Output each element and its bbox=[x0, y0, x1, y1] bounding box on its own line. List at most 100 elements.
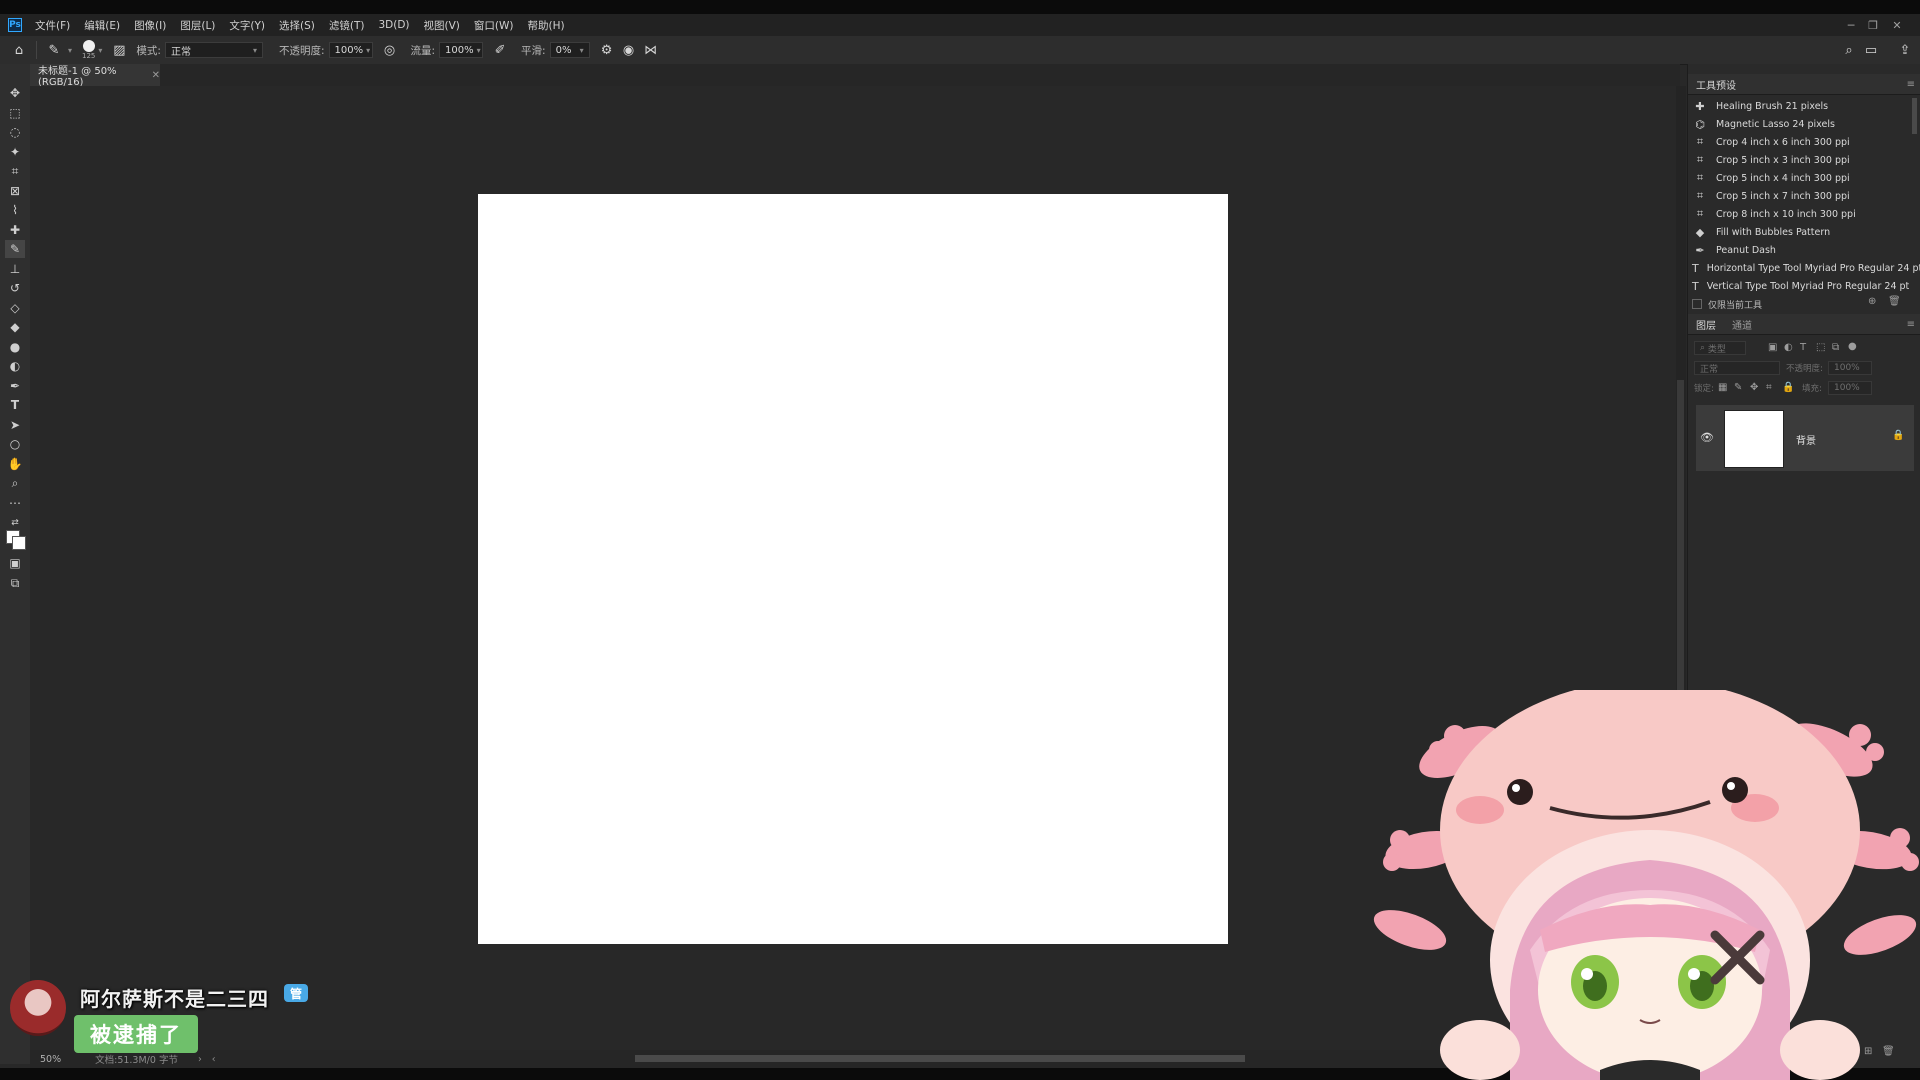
eyedropper-tool-icon[interactable]: ⌇ bbox=[5, 201, 25, 219]
brush-preset-picker[interactable]: 125 bbox=[82, 40, 95, 60]
status-arrow-icon[interactable]: › bbox=[198, 1054, 202, 1065]
paint-bucket-tool-icon[interactable]: ◆ bbox=[5, 318, 25, 336]
shape-filter-icon[interactable]: ⬚ bbox=[1816, 342, 1825, 353]
smoothing-input[interactable]: 0% ▾ bbox=[549, 42, 590, 58]
crop-tool-icon[interactable]: ⌗ bbox=[5, 162, 25, 180]
menu-select[interactable]: 选择(S) bbox=[272, 18, 322, 33]
lock-artboard-icon[interactable]: ⌗ bbox=[1766, 382, 1772, 393]
fill-input[interactable]: 100% bbox=[1828, 381, 1872, 395]
smart-object-filter-icon[interactable]: ⧉ bbox=[1832, 342, 1839, 353]
more-tools-icon[interactable]: ⋯ bbox=[5, 494, 25, 512]
panel-menu-icon[interactable]: ≡ bbox=[1907, 79, 1915, 90]
tab-layers[interactable]: 图层 bbox=[1688, 314, 1724, 334]
close-window-icon[interactable]: ✕ bbox=[1886, 14, 1908, 36]
mode-select[interactable]: 正常 ▾ bbox=[164, 42, 263, 58]
scroll-left-icon[interactable]: ‹ bbox=[212, 1054, 216, 1065]
move-tool-icon[interactable]: ✥ bbox=[5, 84, 25, 102]
menu-help[interactable]: 帮助(H) bbox=[521, 18, 572, 33]
pixel-filter-icon[interactable]: ▣ bbox=[1768, 342, 1777, 353]
background-color-swatch[interactable] bbox=[12, 536, 26, 550]
menu-3d[interactable]: 3D(D) bbox=[371, 19, 416, 31]
type-tool-icon[interactable]: T bbox=[5, 396, 25, 414]
shape-tool-icon[interactable]: ○ bbox=[5, 435, 25, 453]
horizontal-scrollbar-thumb[interactable] bbox=[635, 1055, 1245, 1062]
blur-tool-icon[interactable]: ● bbox=[5, 338, 25, 356]
chevron-down-icon[interactable]: ▾ bbox=[98, 46, 102, 55]
tab-channels[interactable]: 通道 bbox=[1724, 314, 1760, 334]
checkbox[interactable] bbox=[1692, 299, 1702, 309]
preset-item[interactable]: ⌗ Crop 5 inch x 3 inch 300 ppi bbox=[1692, 151, 1904, 169]
vertical-scrollbar-thumb[interactable] bbox=[1677, 380, 1684, 700]
menu-type[interactable]: 文字(Y) bbox=[222, 18, 272, 33]
opacity-input[interactable]: 100% ▾ bbox=[328, 42, 373, 58]
preset-item[interactable]: T Vertical Type Tool Myriad Pro Regular 2… bbox=[1692, 277, 1909, 295]
document-canvas[interactable] bbox=[478, 194, 1228, 944]
symmetry-icon[interactable]: ⋈ bbox=[640, 39, 662, 61]
new-preset-icon[interactable]: ⊕ bbox=[1868, 296, 1876, 307]
preset-item[interactable]: ⌬ Magnetic Lasso 24 pixels bbox=[1692, 115, 1904, 133]
brush-tool-icon[interactable]: ✎ bbox=[43, 39, 65, 61]
tab-tool-presets[interactable]: 工具预设 bbox=[1688, 74, 1744, 94]
brush-settings-icon[interactable]: ▨ bbox=[108, 39, 130, 61]
type-filter-icon[interactable]: T bbox=[1800, 342, 1806, 353]
preset-item[interactable]: ✚ Healing Brush 21 pixels bbox=[1692, 97, 1904, 115]
menu-filter[interactable]: 滤镜(T) bbox=[322, 18, 372, 33]
quick-selection-tool-icon[interactable]: ✦ bbox=[5, 143, 25, 161]
trash-icon[interactable]: 🗑 bbox=[1888, 296, 1901, 307]
preset-item[interactable]: ✒ Peanut Dash bbox=[1692, 241, 1904, 259]
layer-filter-input[interactable]: ⌕ 类型 bbox=[1694, 341, 1746, 355]
presets-scrollbar-thumb[interactable] bbox=[1912, 98, 1917, 134]
minimize-icon[interactable]: ─ bbox=[1840, 14, 1862, 36]
eye-icon[interactable]: 👁 bbox=[1700, 431, 1714, 444]
restore-icon[interactable]: ❐ bbox=[1862, 14, 1884, 36]
home-icon[interactable]: ⌂ bbox=[8, 39, 30, 61]
pen-tool-icon[interactable]: ✒ bbox=[5, 377, 25, 395]
workspace-icon[interactable]: ▭ bbox=[1860, 39, 1882, 61]
lock-transparency-icon[interactable]: ▦ bbox=[1718, 382, 1727, 393]
menu-image[interactable]: 图像(I) bbox=[127, 18, 173, 33]
lock-pixels-icon[interactable]: ✎ bbox=[1734, 382, 1742, 393]
chevron-down-icon[interactable]: ▾ bbox=[68, 46, 72, 55]
blend-mode-select[interactable]: 正常 bbox=[1694, 361, 1780, 375]
brush-tool-icon[interactable]: ✎ bbox=[5, 240, 25, 258]
lasso-tool-icon[interactable]: ◌ bbox=[5, 123, 25, 141]
clone-stamp-tool-icon[interactable]: ⊥ bbox=[5, 260, 25, 278]
preset-item[interactable]: ⌗ Crop 8 inch x 10 inch 300 ppi bbox=[1692, 205, 1904, 223]
search-icon[interactable]: ⌕ bbox=[1838, 39, 1860, 61]
gear-icon[interactable]: ⚙ bbox=[596, 39, 618, 61]
preset-item[interactable]: T Horizontal Type Tool Myriad Pro Regular… bbox=[1692, 259, 1920, 277]
menu-edit[interactable]: 编辑(E) bbox=[77, 18, 127, 33]
menu-window[interactable]: 窗口(W) bbox=[467, 18, 521, 33]
panel-menu-icon[interactable]: ≡ bbox=[1907, 319, 1915, 330]
menu-view[interactable]: 视图(V) bbox=[417, 18, 467, 33]
quick-mask-icon[interactable]: ▣ bbox=[5, 554, 25, 572]
layer-name[interactable]: 背景 bbox=[1796, 432, 1816, 447]
pressure-opacity-icon[interactable]: ◎ bbox=[379, 39, 401, 61]
preset-item[interactable]: ⌗ Crop 4 inch x 6 inch 300 ppi bbox=[1692, 133, 1904, 151]
layer-opacity-input[interactable]: 100% bbox=[1828, 361, 1872, 375]
dodge-tool-icon[interactable]: ◐ bbox=[5, 357, 25, 375]
layer-row-background[interactable]: 👁 背景 🔒 bbox=[1696, 405, 1914, 471]
adjustment-filter-icon[interactable]: ◐ bbox=[1784, 342, 1793, 353]
preset-item[interactable]: ⌗ Crop 5 inch x 4 inch 300 ppi bbox=[1692, 169, 1904, 187]
airbrush-icon[interactable]: ✐ bbox=[489, 39, 511, 61]
menu-file[interactable]: 文件(F) bbox=[28, 18, 77, 33]
zoom-tool-icon[interactable]: ⌕ bbox=[5, 474, 25, 492]
zoom-level[interactable]: 50% bbox=[40, 1054, 61, 1065]
flow-input[interactable]: 100% ▾ bbox=[439, 42, 484, 58]
path-selection-tool-icon[interactable]: ➤ bbox=[5, 416, 25, 434]
preset-item[interactable]: ⌗ Crop 5 inch x 7 inch 300 ppi bbox=[1692, 187, 1904, 205]
marquee-tool-icon[interactable]: ⬚ bbox=[5, 104, 25, 122]
history-brush-tool-icon[interactable]: ↺ bbox=[5, 279, 25, 297]
preset-item[interactable]: ◆ Fill with Bubbles Pattern bbox=[1692, 223, 1904, 241]
eraser-tool-icon[interactable]: ◇ bbox=[5, 299, 25, 317]
healing-brush-tool-icon[interactable]: ✚ bbox=[5, 221, 25, 239]
frame-tool-icon[interactable]: ⊠ bbox=[5, 182, 25, 200]
filter-toggle-icon[interactable]: ● bbox=[1848, 341, 1857, 352]
lock-position-icon[interactable]: ✥ bbox=[1750, 382, 1758, 393]
menu-layer[interactable]: 图层(L) bbox=[173, 18, 222, 33]
document-tab[interactable]: 未标题-1 @ 50%(RGB/16) ✕ bbox=[30, 64, 160, 88]
hand-tool-icon[interactable]: ✋ bbox=[5, 455, 25, 473]
share-icon[interactable]: ⇪ bbox=[1894, 39, 1916, 61]
pressure-size-icon[interactable]: ◉ bbox=[618, 39, 640, 61]
